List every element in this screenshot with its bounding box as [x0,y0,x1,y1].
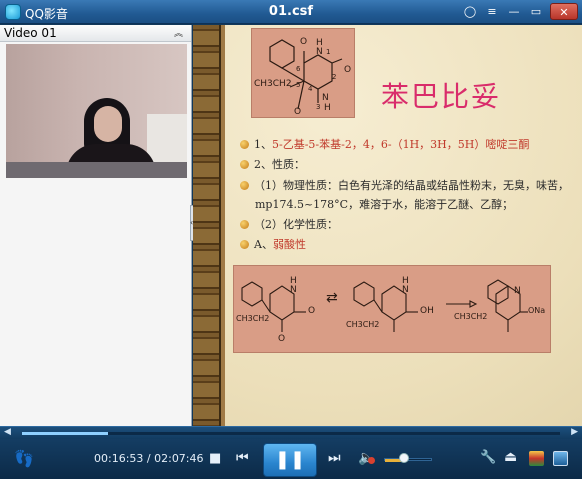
maximize-icon: ▭ [530,5,542,18]
time-display: 00:16:53 / 02:07:46 [94,452,204,465]
previous-button[interactable]: ⏮ [236,450,249,466]
structure1-label: 5 [296,81,301,89]
structure1-label: N [316,47,323,57]
video-frame[interactable]: O H N 1 6 2 O 5 4 3 N H O CH3CH2 苯巴比妥 1、… [193,25,582,426]
structure1-label: N [322,93,329,103]
structure1-label: O [294,107,302,117]
equilibrium-arrow-icon: ⇄ [326,290,338,306]
next-button[interactable]: ⏭ [328,450,341,466]
structure2-label: OH [420,306,434,316]
item-text: 性质： [272,158,305,171]
time-total: 02:07:46 [154,452,204,465]
seek-back-icon[interactable]: ◀ [4,427,11,437]
bullet-icon [240,220,249,229]
pause-button[interactable]: ❚❚ [263,443,317,477]
structure2-label: N [290,285,297,295]
minimize-button[interactable]: — [505,3,523,20]
structure2-label: N [514,286,521,296]
time-current: 00:16:53 [94,452,144,465]
video-list-panel: Video 01 ︽ ‹ [0,25,196,426]
settings-icon: ≡ [487,5,497,18]
video-desk [6,162,187,178]
structure1-label: O [344,65,352,75]
item-text: （1）物理性质：白色有光泽的结晶或结晶性粉末，无臭，味苦， [254,179,569,192]
structure1-label: CH3CH2 [254,79,292,89]
structure1-label: O [300,37,308,47]
slide-item: 2、性质： [240,156,305,172]
mini-mode-icon: ◯ [463,5,477,18]
control-bar: 👣 00:16:53 / 02:07:46 ■ ⏮ ❚❚ ⏭ 🔈 🔧 ⏏ [0,439,582,479]
mini-mode-button[interactable]: ◯ [461,3,479,20]
item-text: mp174.5~178°C，难溶于水，能溶于乙醚、乙醇； [255,198,514,211]
structure2-label: CH3CH2 [454,312,488,321]
close-icon: ✕ [559,6,569,19]
bamboo-border [193,25,221,426]
bullet-icon [240,160,249,169]
presenter-face [94,106,122,142]
structure1-label: 3 [316,103,321,111]
structure1-label: 4 [308,85,313,93]
close-button[interactable]: ✕ [550,3,578,20]
tools-icon[interactable]: 🔧 [480,450,496,465]
video-thumbnail[interactable] [6,44,187,178]
slide-item: 1、5-乙基-5-苯基-2，4，6-（1H，3H，5H）嘧啶三酮 [240,136,529,152]
seek-bar[interactable]: ◀ ▶ [0,426,582,439]
structure1-label: H [324,103,331,113]
seek-track[interactable] [22,432,560,435]
bullet-icon [240,140,249,149]
structure2-label: O [278,334,286,344]
video-panel-header[interactable]: Video 01 ︽ [0,25,191,42]
slide-item: A、弱酸性 [240,236,306,252]
slide-item: （1）物理性质：白色有光泽的结晶或结晶性粉末，无臭，味苦， [240,177,569,193]
time-separator: / [143,452,155,465]
structure1-label: 2 [332,73,337,81]
item-prefix: 2、 [254,158,272,171]
bullet-icon [240,240,249,249]
video-panel-title: Video 01 [4,26,57,40]
structure2-label: CH3CH2 [346,320,380,329]
skin-icon[interactable] [529,451,544,466]
volume-knob[interactable] [399,453,410,463]
drug-title: 苯巴比妥 [381,80,502,113]
structure1-label: 6 [296,65,301,73]
tautomer-structures: H N O O H N OH N ONa CH3CH2 CH3CH2 CH3CH… [233,265,551,353]
seek-progress [22,432,109,435]
item-prefix: 1、 [254,138,272,151]
slide-item-continued: mp174.5~178°C，难溶于水，能溶于乙醚、乙醇； [255,196,513,212]
bullet-icon [240,181,249,190]
structure2-label: CH3CH2 [236,314,270,323]
stop-button[interactable]: ■ [209,451,221,466]
playlist-icon[interactable] [553,451,568,466]
item-text: （2）化学性质： [254,218,338,231]
seek-forward-icon[interactable]: ▶ [571,427,578,437]
maximize-button[interactable]: ▭ [527,3,545,20]
structure2-label: N [402,285,409,295]
structure2-label: O [308,306,316,316]
item-text: 5-乙基-5-苯基-2，4，6-（1H，3H，5H）嘧啶三酮 [272,138,530,151]
player-window: QQ影音 01.csf ◯ ≡ — ▭ ✕ Video 01 ︽ ‹ O H N… [0,0,582,479]
item-prefix: A、 [254,238,273,251]
title-bar[interactable]: QQ影音 01.csf ◯ ≡ — ▭ ✕ [0,0,582,24]
eject-icon[interactable]: ⏏ [504,449,517,465]
mute-badge-icon [368,457,375,464]
footprint-icon[interactable]: 👣 [14,449,34,468]
slide-item: （2）化学性质： [240,216,338,232]
phenobarbital-structure: O H N 1 6 2 O 5 4 3 N H O CH3CH2 [251,28,355,118]
collapse-icon[interactable]: ︽ [174,26,183,39]
structure1-label: 1 [326,48,331,56]
structure2-label: ONa [528,306,546,315]
menu-button[interactable]: ≡ [483,3,501,20]
minimize-icon: — [508,5,520,18]
item-text: 弱酸性 [272,238,306,251]
